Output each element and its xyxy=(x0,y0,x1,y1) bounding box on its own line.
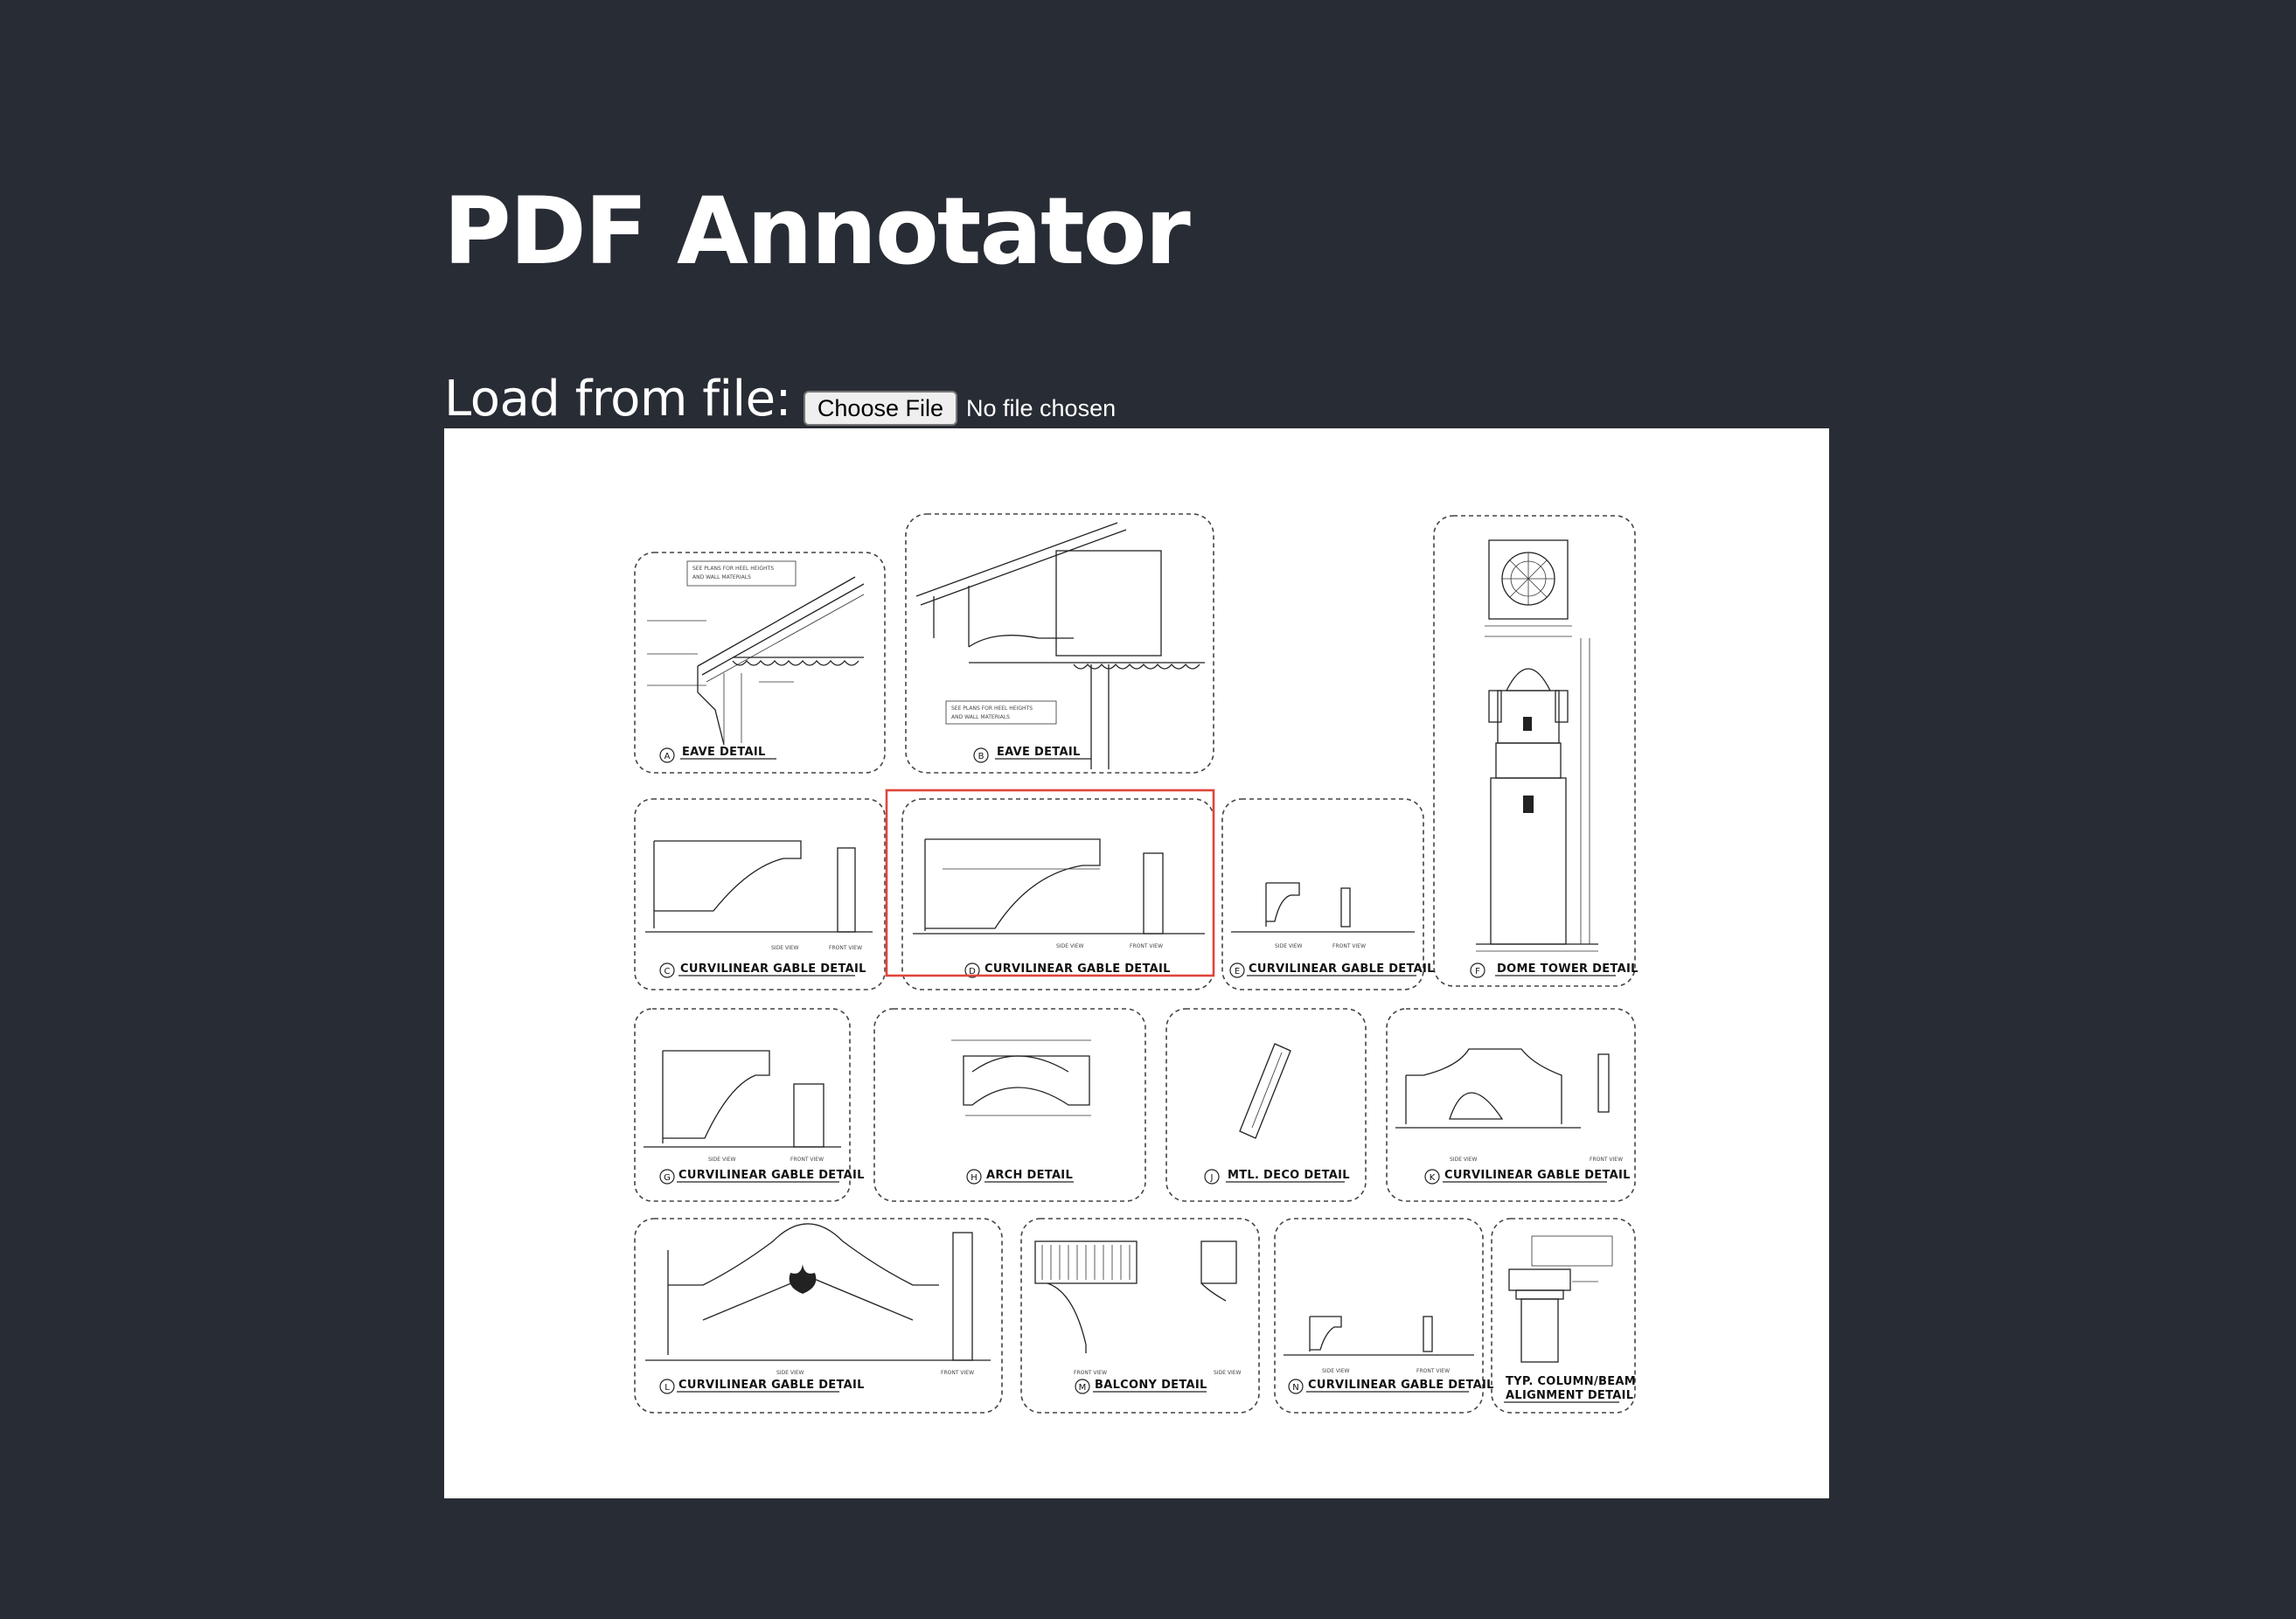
detail-b-letter: B xyxy=(978,752,984,761)
load-from-file-label: Load from file: xyxy=(444,371,791,427)
detail-c-side-view: SIDE VIEW xyxy=(771,945,799,951)
detail-f-letter: F xyxy=(1475,967,1480,976)
detail-h-letter: H xyxy=(971,1173,978,1183)
detail-k-title: CURVILINEAR GABLE DETAIL xyxy=(1444,1169,1631,1182)
choose-file-button[interactable]: Choose File xyxy=(803,391,957,426)
detail-g-title: CURVILINEAR GABLE DETAIL xyxy=(678,1169,865,1182)
detail-n-title: CURVILINEAR GABLE DETAIL xyxy=(1308,1379,1494,1392)
detail-d-side-view: SIDE VIEW xyxy=(1056,943,1084,949)
heel-note-b-line-2: AND WALL MATERIALS xyxy=(951,714,1010,720)
detail-e-letter: E xyxy=(1235,967,1240,976)
detail-m-title: BALCONY DETAIL xyxy=(1095,1379,1207,1392)
detail-f-dome-tower: F DOME TOWER DETAIL xyxy=(1433,515,1639,987)
heel-note-b-line-1: SEE PLANS FOR HEEL HEIGHTS xyxy=(951,705,1033,712)
detail-n-gable: SIDE VIEW FRONT VIEW N CURVILINEAR GABLE… xyxy=(1274,1218,1494,1414)
detail-d-title: CURVILINEAR GABLE DETAIL xyxy=(984,962,1171,976)
detail-n-front-view: FRONT VIEW xyxy=(1416,1368,1450,1374)
detail-a-letter: A xyxy=(664,752,671,761)
detail-b-title: EAVE DETAIL xyxy=(997,746,1081,759)
detail-c-gable: SIDE VIEW FRONT VIEW C CURVILINEAR GABLE… xyxy=(634,798,886,990)
detail-l-title: CURVILINEAR GABLE DETAIL xyxy=(678,1379,865,1392)
detail-c-front-view: FRONT VIEW xyxy=(829,945,862,951)
detail-j-letter: J xyxy=(1210,1173,1214,1183)
detail-h-title: ARCH DETAIL xyxy=(986,1169,1073,1182)
detail-m-front-view: FRONT VIEW xyxy=(1074,1370,1107,1376)
detail-e-gable: SIDE VIEW FRONT VIEW E CURVILINEAR GABLE… xyxy=(1221,798,1435,990)
file-loader: Load from file: Choose File No file chos… xyxy=(444,372,1116,427)
detail-l-side-view: SIDE VIEW xyxy=(776,1370,804,1376)
detail-k-side-view: SIDE VIEW xyxy=(1450,1157,1478,1163)
detail-column-title-2: ALIGNMENT DETAIL xyxy=(1506,1389,1633,1402)
detail-d-gable: SIDE VIEW FRONT VIEW D CURVILINEAR GABLE… xyxy=(901,798,1214,990)
detail-c-title: CURVILINEAR GABLE DETAIL xyxy=(680,962,866,976)
detail-n-letter: N xyxy=(1292,1383,1298,1393)
detail-g-side-view: SIDE VIEW xyxy=(708,1157,736,1163)
detail-f-title: DOME TOWER DETAIL xyxy=(1497,962,1639,976)
file-status-text: No file chosen xyxy=(966,395,1117,421)
detail-k-gable: SIDE VIEW FRONT VIEW K CURVILINEAR GABLE… xyxy=(1386,1008,1636,1202)
annotation-highlight-box[interactable] xyxy=(885,789,1215,977)
detail-column-beam: TYP. COLUMN/BEAM ALIGNMENT DETAIL xyxy=(1491,1218,1636,1414)
detail-j-title: MTL. DECO DETAIL xyxy=(1228,1169,1350,1182)
detail-n-side-view: SIDE VIEW xyxy=(1322,1368,1350,1374)
detail-m-side-view: SIDE VIEW xyxy=(1214,1370,1242,1376)
detail-h-arch: H ARCH DETAIL xyxy=(873,1008,1146,1202)
detail-k-front-view: FRONT VIEW xyxy=(1590,1157,1623,1163)
detail-g-front-view: FRONT VIEW xyxy=(790,1157,824,1163)
detail-e-front-view: FRONT VIEW xyxy=(1332,943,1366,949)
detail-a-eave: SEE PLANS FOR HEEL HEIGHTS AND WALL MATE… xyxy=(634,552,886,774)
pdf-page-drawing: SEE PLANS FOR HEEL HEIGHTS AND WALL MATE… xyxy=(634,513,1639,1414)
detail-d-front-view: FRONT VIEW xyxy=(1130,943,1163,949)
detail-l-front-view: FRONT VIEW xyxy=(941,1370,974,1376)
app-title: PDF Annotator xyxy=(443,177,1191,285)
detail-m-letter: M xyxy=(1079,1383,1087,1393)
detail-m-balcony: FRONT VIEW SIDE VIEW M BALCONY DETAIL xyxy=(1020,1218,1260,1414)
heel-note-line-2: AND WALL MATERIALS xyxy=(692,574,751,580)
detail-e-side-view: SIDE VIEW xyxy=(1275,943,1303,949)
detail-b-eave: SEE PLANS FOR HEEL HEIGHTS AND WALL MATE… xyxy=(905,513,1214,774)
detail-l-letter: L xyxy=(664,1383,670,1393)
detail-g-letter: G xyxy=(664,1173,671,1183)
heel-note-line-1: SEE PLANS FOR HEEL HEIGHTS xyxy=(692,566,774,572)
detail-column-title-1: TYP. COLUMN/BEAM xyxy=(1506,1375,1636,1388)
detail-a-title: EAVE DETAIL xyxy=(682,746,766,759)
pdf-page-canvas[interactable]: SEE PLANS FOR HEEL HEIGHTS AND WALL MATE… xyxy=(444,428,1829,1498)
detail-l-gable: SIDE VIEW FRONT VIEW L CURVILINEAR GABLE… xyxy=(634,1218,1003,1414)
detail-k-letter: K xyxy=(1430,1173,1436,1183)
detail-c-letter: C xyxy=(664,967,671,976)
detail-g-gable: SIDE VIEW FRONT VIEW G CURVILINEAR GABLE… xyxy=(634,1008,865,1202)
detail-j-mtl-deco: J MTL. DECO DETAIL xyxy=(1165,1008,1367,1202)
detail-e-title: CURVILINEAR GABLE DETAIL xyxy=(1249,962,1435,976)
